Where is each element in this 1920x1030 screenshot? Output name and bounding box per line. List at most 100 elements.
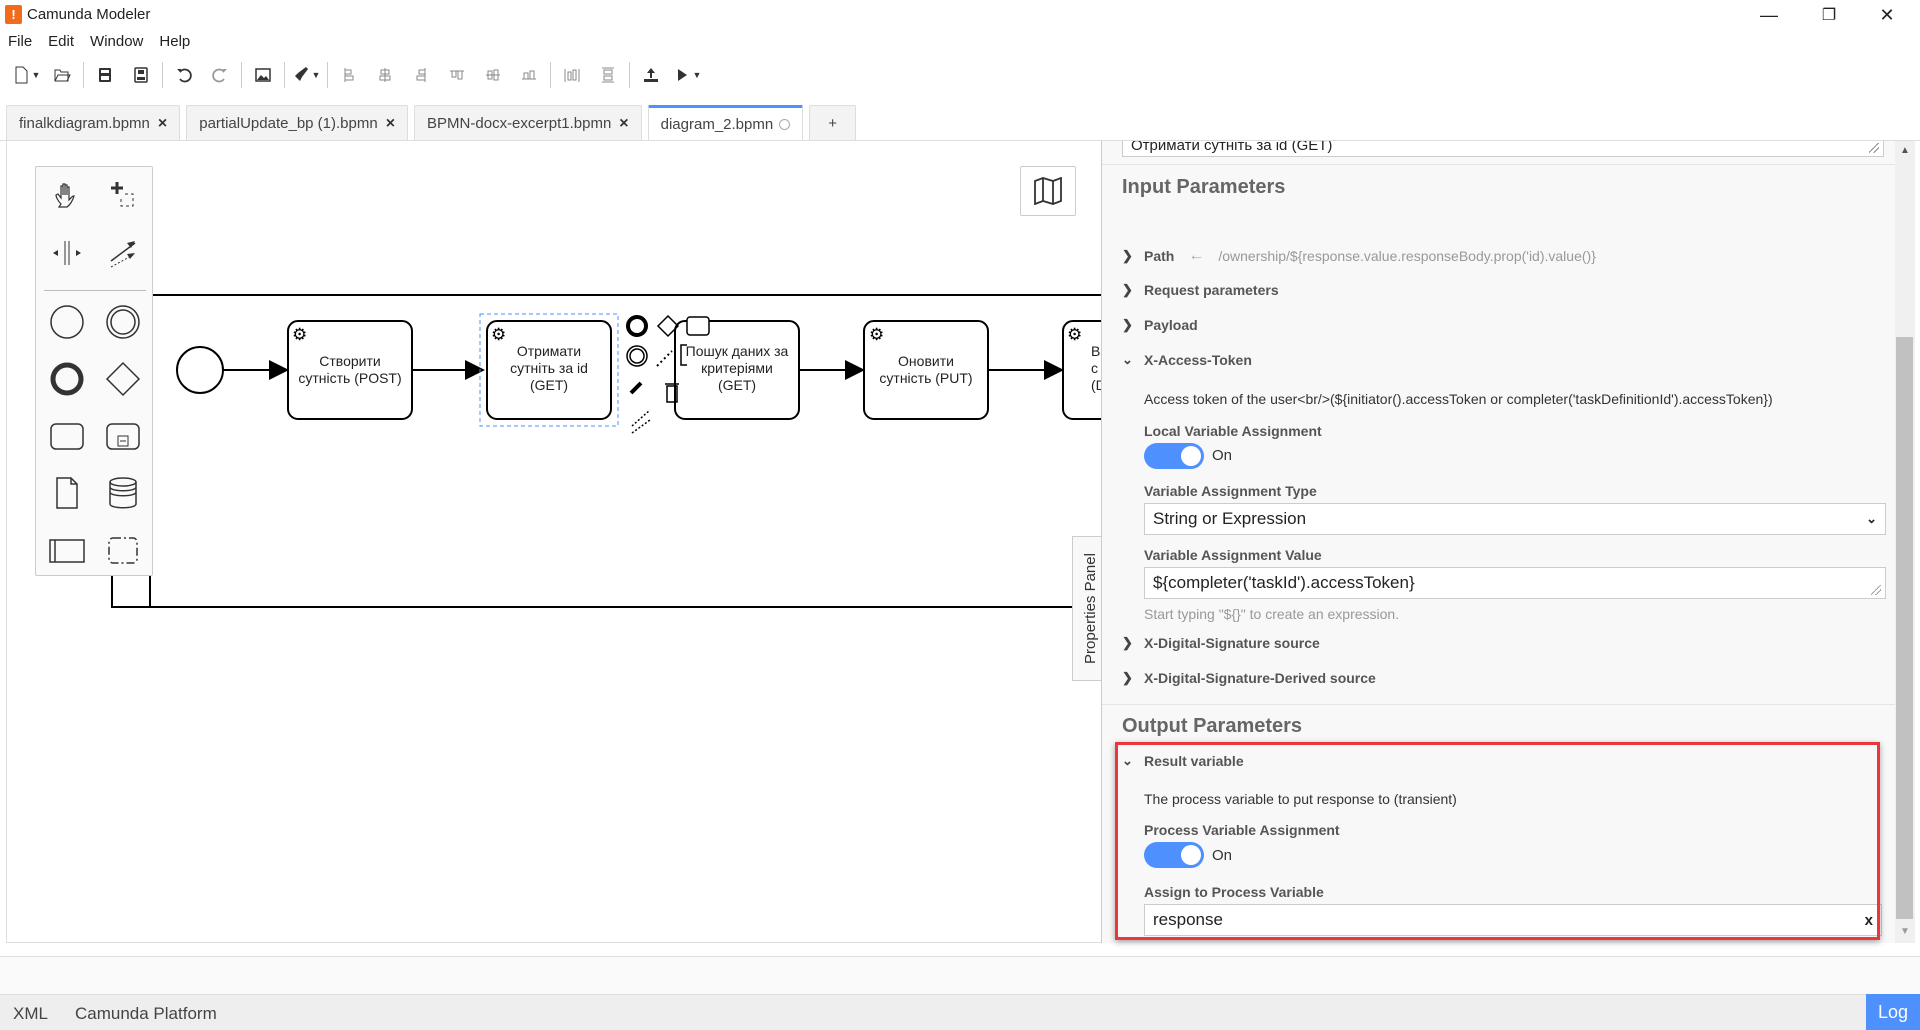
start-event-icon (50, 305, 84, 339)
end-event-icon (50, 362, 84, 396)
run-button[interactable]: ▼ (669, 60, 705, 90)
input-value: ${completer('taskId').accessToken} (1153, 573, 1415, 592)
menu-edit[interactable]: Edit (40, 30, 82, 54)
menu-help[interactable]: Help (151, 30, 198, 54)
task-label: Пошук даних за критеріями (GET) (685, 343, 789, 393)
align-top-button[interactable] (439, 60, 475, 90)
platform-selector[interactable]: Camunda Platform (75, 1004, 217, 1024)
hand-tool[interactable] (46, 175, 88, 217)
tab-diagram-2[interactable]: diagram_2.bpmn (647, 105, 804, 141)
close-tab-icon[interactable]: × (619, 115, 628, 133)
path-group[interactable]: ❯ Path ← /ownership/${response.value.respon… (1122, 247, 1596, 265)
create-subprocess[interactable] (102, 415, 144, 457)
payload-group[interactable]: ❯ Payload (1122, 317, 1198, 333)
x-digital-signature-derived-group[interactable]: ❯ X-Digital-Signature-Derived source (1122, 670, 1376, 686)
minimap-toggle-button[interactable] (1020, 166, 1076, 216)
color-picker-icon (294, 67, 308, 81)
scrollbar-thumb[interactable] (1896, 337, 1913, 919)
distribute-vertical-button[interactable] (590, 60, 626, 90)
tab-bpmn-docx-excerpt1[interactable]: BPMN-docx-excerpt1.bpmn × (414, 105, 642, 141)
align-bottom-button[interactable] (511, 60, 547, 90)
resize-handle-icon[interactable] (1869, 143, 1879, 153)
maximize-button[interactable]: ❐ (1800, 0, 1858, 30)
data-object-icon (56, 477, 78, 509)
close-tab-icon[interactable]: × (386, 115, 395, 133)
section-divider (1102, 704, 1895, 705)
tab-finalkdiagram[interactable]: finalkdiagram.bpmn × (6, 105, 181, 141)
chevron-right-icon: ❯ (1122, 282, 1133, 297)
output-parameters-title: Output Parameters (1122, 715, 1303, 737)
align-middle-button[interactable] (475, 60, 511, 90)
save-as-button[interactable] (123, 60, 159, 90)
close-tab-icon[interactable]: × (158, 115, 167, 133)
path-label: Path (1144, 248, 1175, 264)
svg-text:⚙: ⚙ (1067, 325, 1082, 344)
color-picker-button[interactable]: ▼ (288, 60, 324, 90)
undo-button[interactable] (166, 60, 202, 90)
unsaved-indicator-icon (779, 119, 791, 130)
align-center-icon (379, 68, 391, 82)
align-left-icon (344, 68, 354, 82)
deploy-button[interactable] (633, 60, 669, 90)
align-left-button[interactable] (331, 60, 367, 90)
append-task-icon (686, 316, 710, 336)
log-button[interactable]: Log (1866, 994, 1920, 1030)
scroll-down-arrow-icon[interactable]: ▼ (1895, 922, 1915, 942)
scroll-up-arrow-icon[interactable]: ▲ (1895, 141, 1915, 161)
new-tab-button[interactable]: + (809, 105, 856, 141)
task-label: Створити сутність (POST) (298, 353, 402, 386)
align-top-icon (450, 70, 464, 80)
create-end-event[interactable] (46, 358, 88, 400)
path-value: /ownership/${response.value.responseBody… (1218, 248, 1596, 264)
name-field[interactable]: Отримати сутніть за id (GET) (1122, 141, 1884, 157)
payload-label: Payload (1144, 317, 1198, 333)
create-task[interactable] (46, 415, 88, 457)
save-button[interactable] (87, 60, 123, 90)
redo-button[interactable] (202, 60, 238, 90)
name-field-value: Отримати сутніть за id (GET) (1131, 141, 1333, 154)
chevron-down-icon: ⌄ (1866, 511, 1877, 526)
task-icon (50, 423, 84, 450)
variable-assignment-type-select[interactable]: String or Expression ⌄ (1144, 503, 1886, 535)
space-tool[interactable] (46, 232, 88, 274)
x-digital-signature-group[interactable]: ❯ X-Digital-Signature source (1122, 635, 1320, 651)
x-access-token-group[interactable]: ⌄ X-Access-Token (1122, 352, 1252, 368)
request-parameters-group[interactable]: ❯ Request parameters (1122, 282, 1279, 298)
global-connect-tool[interactable] (102, 232, 144, 274)
create-group[interactable] (102, 529, 144, 571)
tab-partialupdate[interactable]: partialUpdate_bp (1).bpmn × (186, 105, 409, 141)
lasso-tool[interactable] (102, 175, 144, 217)
menu-window[interactable]: Window (82, 30, 151, 54)
pool-icon (49, 539, 85, 563)
create-data-store[interactable] (102, 472, 144, 514)
expression-hint: Start typing "${}" to create an expressi… (1144, 606, 1400, 622)
resize-handle-icon[interactable] (1871, 585, 1881, 595)
create-start-event[interactable] (46, 301, 88, 343)
svg-text:⚙: ⚙ (292, 325, 307, 344)
align-right-button[interactable] (403, 60, 439, 90)
open-file-button[interactable] (44, 60, 80, 90)
select-value: String or Expression (1153, 509, 1307, 528)
variable-assignment-value-input[interactable]: ${completer('taskId').accessToken} (1144, 567, 1886, 599)
local-variable-assignment-toggle[interactable] (1144, 443, 1204, 469)
menu-file[interactable]: File (0, 30, 40, 54)
create-data-object[interactable] (46, 472, 88, 514)
diagram-canvas[interactable]: ⚙ ⚙ ⚙ ⚙ Створити сутність (POST) Отримати сут… (6, 141, 1101, 943)
x-access-token-label: X-Access-Token (1144, 352, 1252, 368)
create-intermediate-event[interactable] (102, 301, 144, 343)
close-window-button[interactable]: ✕ (1858, 0, 1916, 30)
tab-label: finalkdiagram.bpmn (19, 115, 150, 132)
distribute-horizontal-button[interactable] (554, 60, 590, 90)
toolbar-separator (284, 62, 285, 88)
create-pool[interactable] (46, 529, 88, 571)
align-center-button[interactable] (367, 60, 403, 90)
minimize-button[interactable]: — (1740, 0, 1798, 30)
tab-label: partialUpdate_bp (1).bpmn (199, 115, 378, 132)
svg-text:⚙: ⚙ (869, 325, 884, 344)
create-gateway[interactable] (102, 358, 144, 400)
wrench-icon (629, 381, 643, 395)
xml-view-button[interactable]: XML (13, 1004, 48, 1024)
export-image-button[interactable] (245, 60, 281, 90)
new-file-button[interactable]: ▼ (8, 60, 44, 90)
properties-panel-toggle[interactable]: Properties Panel (1072, 536, 1101, 681)
